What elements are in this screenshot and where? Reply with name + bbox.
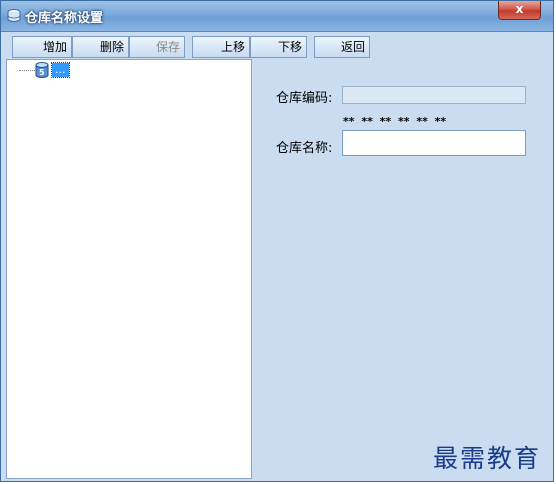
delete-button[interactable]: 删除 bbox=[72, 36, 129, 58]
settings-window: 仓库名称设置 x 增加 删除 保存 上移 下移 返回 5 ... 仓库编码: *… bbox=[0, 0, 554, 482]
tree-root-node[interactable]: ... bbox=[51, 62, 70, 78]
svg-text:5: 5 bbox=[39, 68, 45, 77]
warehouse-name-field[interactable] bbox=[342, 130, 526, 156]
warehouse-name-label: 仓库名称: bbox=[276, 141, 333, 156]
toolbar: 增加 删除 保存 上移 下移 返回 bbox=[1, 32, 553, 62]
window-title: 仓库名称设置 bbox=[25, 11, 104, 26]
database-icon: 5 bbox=[35, 62, 49, 78]
add-button[interactable]: 增加 bbox=[12, 36, 72, 58]
close-icon: x bbox=[515, 2, 524, 16]
code-format-hint: ** ** ** ** ** ** bbox=[343, 115, 447, 128]
watermark-text: 最需教育 bbox=[433, 444, 542, 473]
title-bar[interactable]: 仓库名称设置 x bbox=[1, 1, 553, 32]
app-icon bbox=[7, 9, 21, 22]
warehouse-tree[interactable]: 5 ... bbox=[6, 59, 252, 479]
save-button[interactable]: 保存 bbox=[129, 36, 185, 58]
return-button[interactable]: 返回 bbox=[314, 36, 370, 58]
move-up-button[interactable]: 上移 bbox=[192, 36, 250, 58]
move-down-button[interactable]: 下移 bbox=[250, 36, 307, 58]
warehouse-code-field[interactable] bbox=[342, 86, 526, 104]
warehouse-code-label: 仓库编码: bbox=[276, 91, 333, 106]
close-button[interactable]: x bbox=[498, 1, 541, 20]
